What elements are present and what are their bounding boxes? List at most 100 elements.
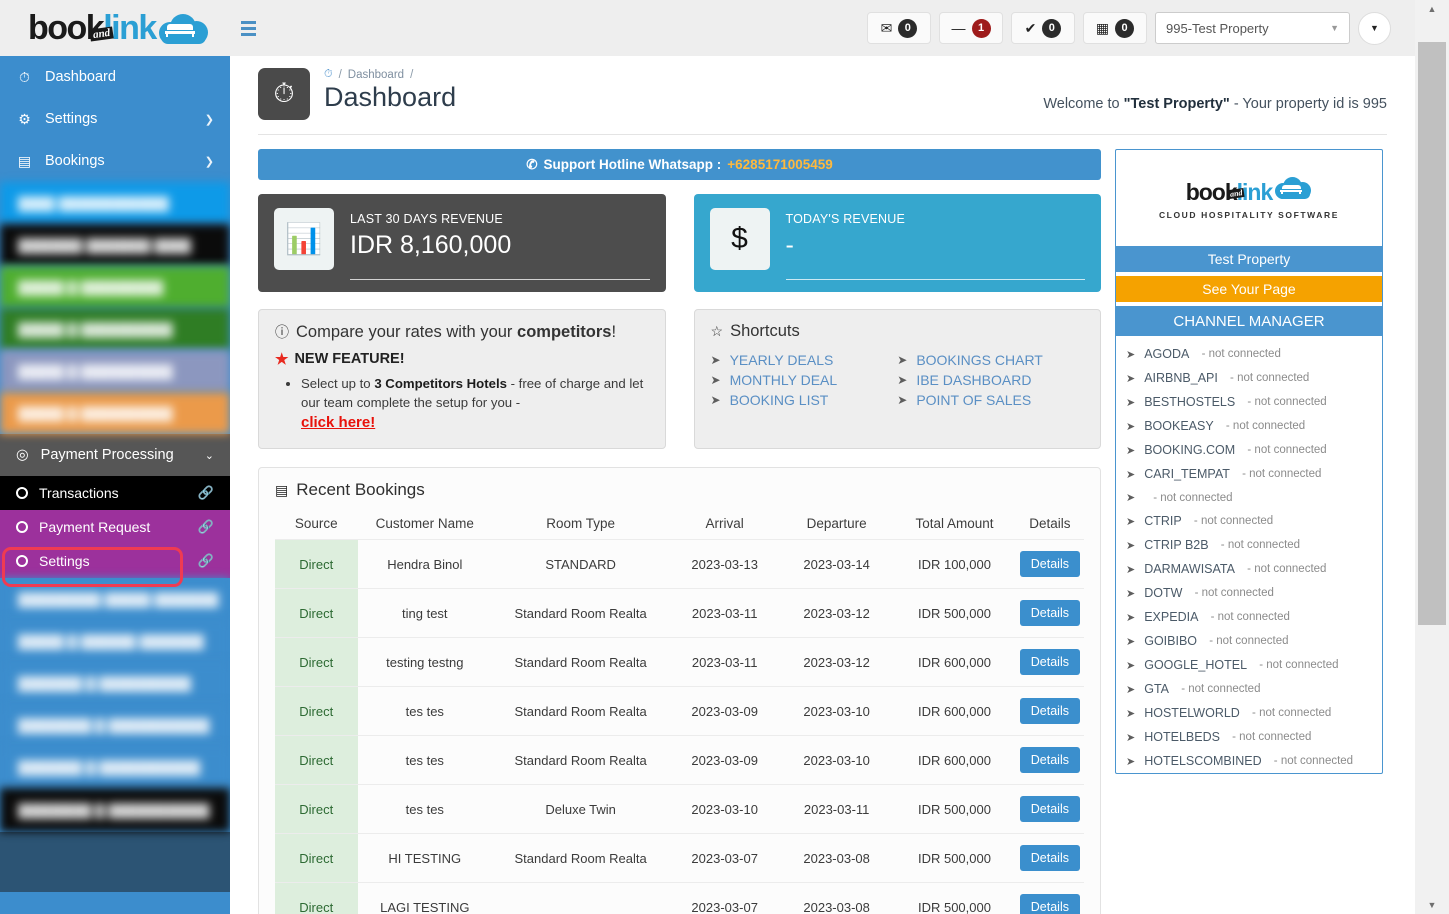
arrow-right-icon: ➤ xyxy=(1126,420,1136,433)
scroll-up-arrow-icon[interactable]: ▲ xyxy=(1415,0,1449,18)
sidebar-item-redacted[interactable]: ███████ █ ███████████ xyxy=(0,746,230,788)
sidebar-item-transactions[interactable]: Transactions 🔗 xyxy=(0,476,230,510)
details-button[interactable]: Details xyxy=(1019,698,1080,725)
table-row: Direct testing testng Standard Room Real… xyxy=(275,637,1084,687)
details-button[interactable]: Details xyxy=(1019,551,1080,578)
list-item[interactable]: ➤ BESTHOSTELS - not connected xyxy=(1116,390,1382,414)
list-item[interactable]: ➤ CTRIP - not connected xyxy=(1116,509,1382,533)
shortcuts-grid: ➤ YEARLY DEALS ➤ MONTHLY DEAL ➤ BOOKING … xyxy=(711,350,1085,410)
shortcut-point-of-sales[interactable]: ➤ POINT OF SALES xyxy=(897,390,1084,410)
chevron-down-icon: ▼ xyxy=(1330,23,1339,33)
completed-stat-button[interactable]: ✔ 0 xyxy=(1011,12,1075,44)
channel-name: GOOGLE_HOTEL xyxy=(1144,658,1248,672)
channel-status: - not connected xyxy=(1191,587,1274,599)
list-item[interactable]: ➤ EXPEDIA - not connected xyxy=(1116,605,1382,629)
channel-name: GTA xyxy=(1144,682,1169,696)
channel-name: HOSTELWORLD xyxy=(1144,706,1240,720)
support-hotline-banner[interactable]: ✆ Support Hotline Whatsapp : +6285171005… xyxy=(258,149,1101,180)
sidebar-item-redacted[interactable]: █████ █ ██████████ xyxy=(0,392,230,434)
cell-departure: 2023-03-12 xyxy=(780,637,894,687)
sidebar-item-payment-settings[interactable]: Settings 🔗 xyxy=(0,544,230,578)
external-link-icon[interactable]: 🔗 xyxy=(198,519,214,535)
list-item[interactable]: ➤ DOTW - not connected xyxy=(1116,581,1382,605)
list-item[interactable]: ➤ DARMAWISATA - not connected xyxy=(1116,557,1382,581)
list-item[interactable]: ➤ CTRIP B2B - not connected xyxy=(1116,533,1382,557)
list-item[interactable]: ➤ BOOKEASY - not connected xyxy=(1116,414,1382,438)
list-item[interactable]: ➤ HOTELBEDS - not connected xyxy=(1116,725,1382,749)
cell-amount: IDR 500,000 xyxy=(893,882,1016,914)
details-button[interactable]: Details xyxy=(1019,600,1080,627)
user-menu-button[interactable]: ▼ xyxy=(1358,11,1391,45)
sidebar-item-redacted[interactable]: █████ █ ██████████ xyxy=(0,350,230,392)
sidebar-item-redacted[interactable]: ███████ █ ██████████ xyxy=(0,662,230,704)
details-button[interactable]: Details xyxy=(1019,649,1080,676)
list-item[interactable]: ➤ HOSTELWORLD - not connected xyxy=(1116,701,1382,725)
top-header: book link and ✉ 0 — 1 ✔ 0 ▦ 0 995-Test P… xyxy=(0,0,1415,56)
sidebar-item-redacted[interactable]: █████ █ █████████ xyxy=(0,266,230,308)
sidebar-item-label: Settings xyxy=(39,553,90,569)
sidebar-item-redacted[interactable]: ████████ █ ███████████ xyxy=(0,704,230,746)
left-column: ✆ Support Hotline Whatsapp : +6285171005… xyxy=(258,149,1101,914)
breadcrumb-sep: / xyxy=(410,68,414,81)
breadcrumb-link-dashboard[interactable]: Dashboard xyxy=(348,69,404,81)
arrow-right-icon: ➤ xyxy=(1126,683,1136,696)
breadcrumb-sep: / xyxy=(338,68,342,81)
details-button[interactable]: Details xyxy=(1019,796,1080,823)
list-item[interactable]: ➤ AGODA - not connected xyxy=(1116,342,1382,366)
list-item[interactable]: ➤ CARI_TEMPAT - not connected xyxy=(1116,462,1382,486)
see-your-page-button[interactable]: See Your Page xyxy=(1116,276,1382,302)
redacted-label: █████ █ ██████ ███████ xyxy=(18,633,204,649)
welcome-property-name: "Test Property" xyxy=(1123,96,1230,112)
list-item[interactable]: ➤ GTA - not connected xyxy=(1116,677,1382,701)
cell-arrival: 2023-03-09 xyxy=(669,735,781,785)
sidebar-item-settings[interactable]: ⚙ Settings ❯ xyxy=(0,98,230,140)
page-scrollbar[interactable]: ▲ ▼ xyxy=(1415,0,1449,914)
cell-arrival: 2023-03-13 xyxy=(669,539,781,589)
details-button[interactable]: Details xyxy=(1019,894,1080,914)
external-link-icon[interactable]: 🔗 xyxy=(198,485,214,501)
sidebar-item-label: Settings xyxy=(45,111,98,127)
sidebar-item-dashboard[interactable]: ⏱ Dashboard xyxy=(0,56,230,98)
info-icon: ⓘ xyxy=(275,324,289,340)
list-item[interactable]: ➤ - not connected xyxy=(1116,486,1382,509)
list-item[interactable]: ➤ GOIBIBO - not connected xyxy=(1116,629,1382,653)
sidebar-item-redacted[interactable]: ████████ █ ███████████ xyxy=(0,788,230,832)
sidebar-item-redacted[interactable]: █████████ █████ ███████ xyxy=(0,578,230,620)
hotline-number[interactable]: +6285171005459 xyxy=(727,157,833,172)
sidebar-item-bookings[interactable]: ▤ Bookings ❯ xyxy=(0,140,230,182)
pending-stat-button[interactable]: — 1 xyxy=(939,12,1003,44)
details-button[interactable]: Details xyxy=(1019,845,1080,872)
shortcut-booking-list[interactable]: ➤ BOOKING LIST xyxy=(711,390,898,410)
cell-details: Details xyxy=(1015,784,1084,834)
sidebar-item-redacted[interactable]: █████ █ ██████ ███████ xyxy=(0,620,230,662)
list-item[interactable]: ➤ AIRBNB_API - not connected xyxy=(1116,366,1382,390)
shortcut-ibe-dashboard[interactable]: ➤ IBE DASHBOARD xyxy=(897,370,1084,390)
property-select[interactable]: 995-Test Property ▼ xyxy=(1155,12,1350,44)
sidebar-item-payment-processing[interactable]: ◎ Payment Processing ⌄ xyxy=(0,434,230,476)
sidebar-item-redacted[interactable]: ████ ████████████ xyxy=(0,182,230,224)
column-header-room-type: Room Type xyxy=(546,516,616,532)
scrollbar-thumb[interactable] xyxy=(1418,42,1446,625)
shortcut-bookings-chart[interactable]: ➤ BOOKINGS CHART xyxy=(897,350,1084,370)
cell-room: Standard Room Realta xyxy=(492,588,670,638)
click-here-link[interactable]: click here! xyxy=(301,414,375,431)
logo-text-and: and xyxy=(89,25,114,42)
sidebar-item-redacted[interactable]: █████ █ ██████████ xyxy=(0,308,230,350)
shortcut-yearly-deals[interactable]: ➤ YEARLY DEALS xyxy=(711,350,898,370)
external-link-icon[interactable]: 🔗 xyxy=(198,553,214,569)
messages-stat-button[interactable]: ✉ 0 xyxy=(867,12,931,44)
todays-revenue-card: $ TODAY'S REVENUE - xyxy=(693,194,1101,292)
list-item[interactable]: ➤ GOOGLE_HOTEL - not connected xyxy=(1116,653,1382,677)
list-item[interactable]: ➤ BOOKING.COM - not connected xyxy=(1116,438,1382,462)
hamburger-icon[interactable] xyxy=(235,15,262,42)
redacted-label: █████ █ ██████████ xyxy=(18,321,173,337)
scroll-down-arrow-icon[interactable]: ▼ xyxy=(1415,896,1449,914)
shortcut-monthly-deal[interactable]: ➤ MONTHLY DEAL xyxy=(711,370,898,390)
sidebar-item-payment-request[interactable]: Payment Request 🔗 xyxy=(0,510,230,544)
home-gauge-icon[interactable]: ⏱ xyxy=(324,68,333,81)
list-item[interactable]: ➤ HOTELSCOMBINED - not connected xyxy=(1116,749,1382,773)
brand-logo[interactable]: book link and xyxy=(0,0,230,56)
sidebar-item-redacted[interactable]: ███████ ███████ ████ xyxy=(0,224,230,266)
details-button[interactable]: Details xyxy=(1019,747,1080,774)
calendar-stat-button[interactable]: ▦ 0 xyxy=(1083,12,1147,44)
